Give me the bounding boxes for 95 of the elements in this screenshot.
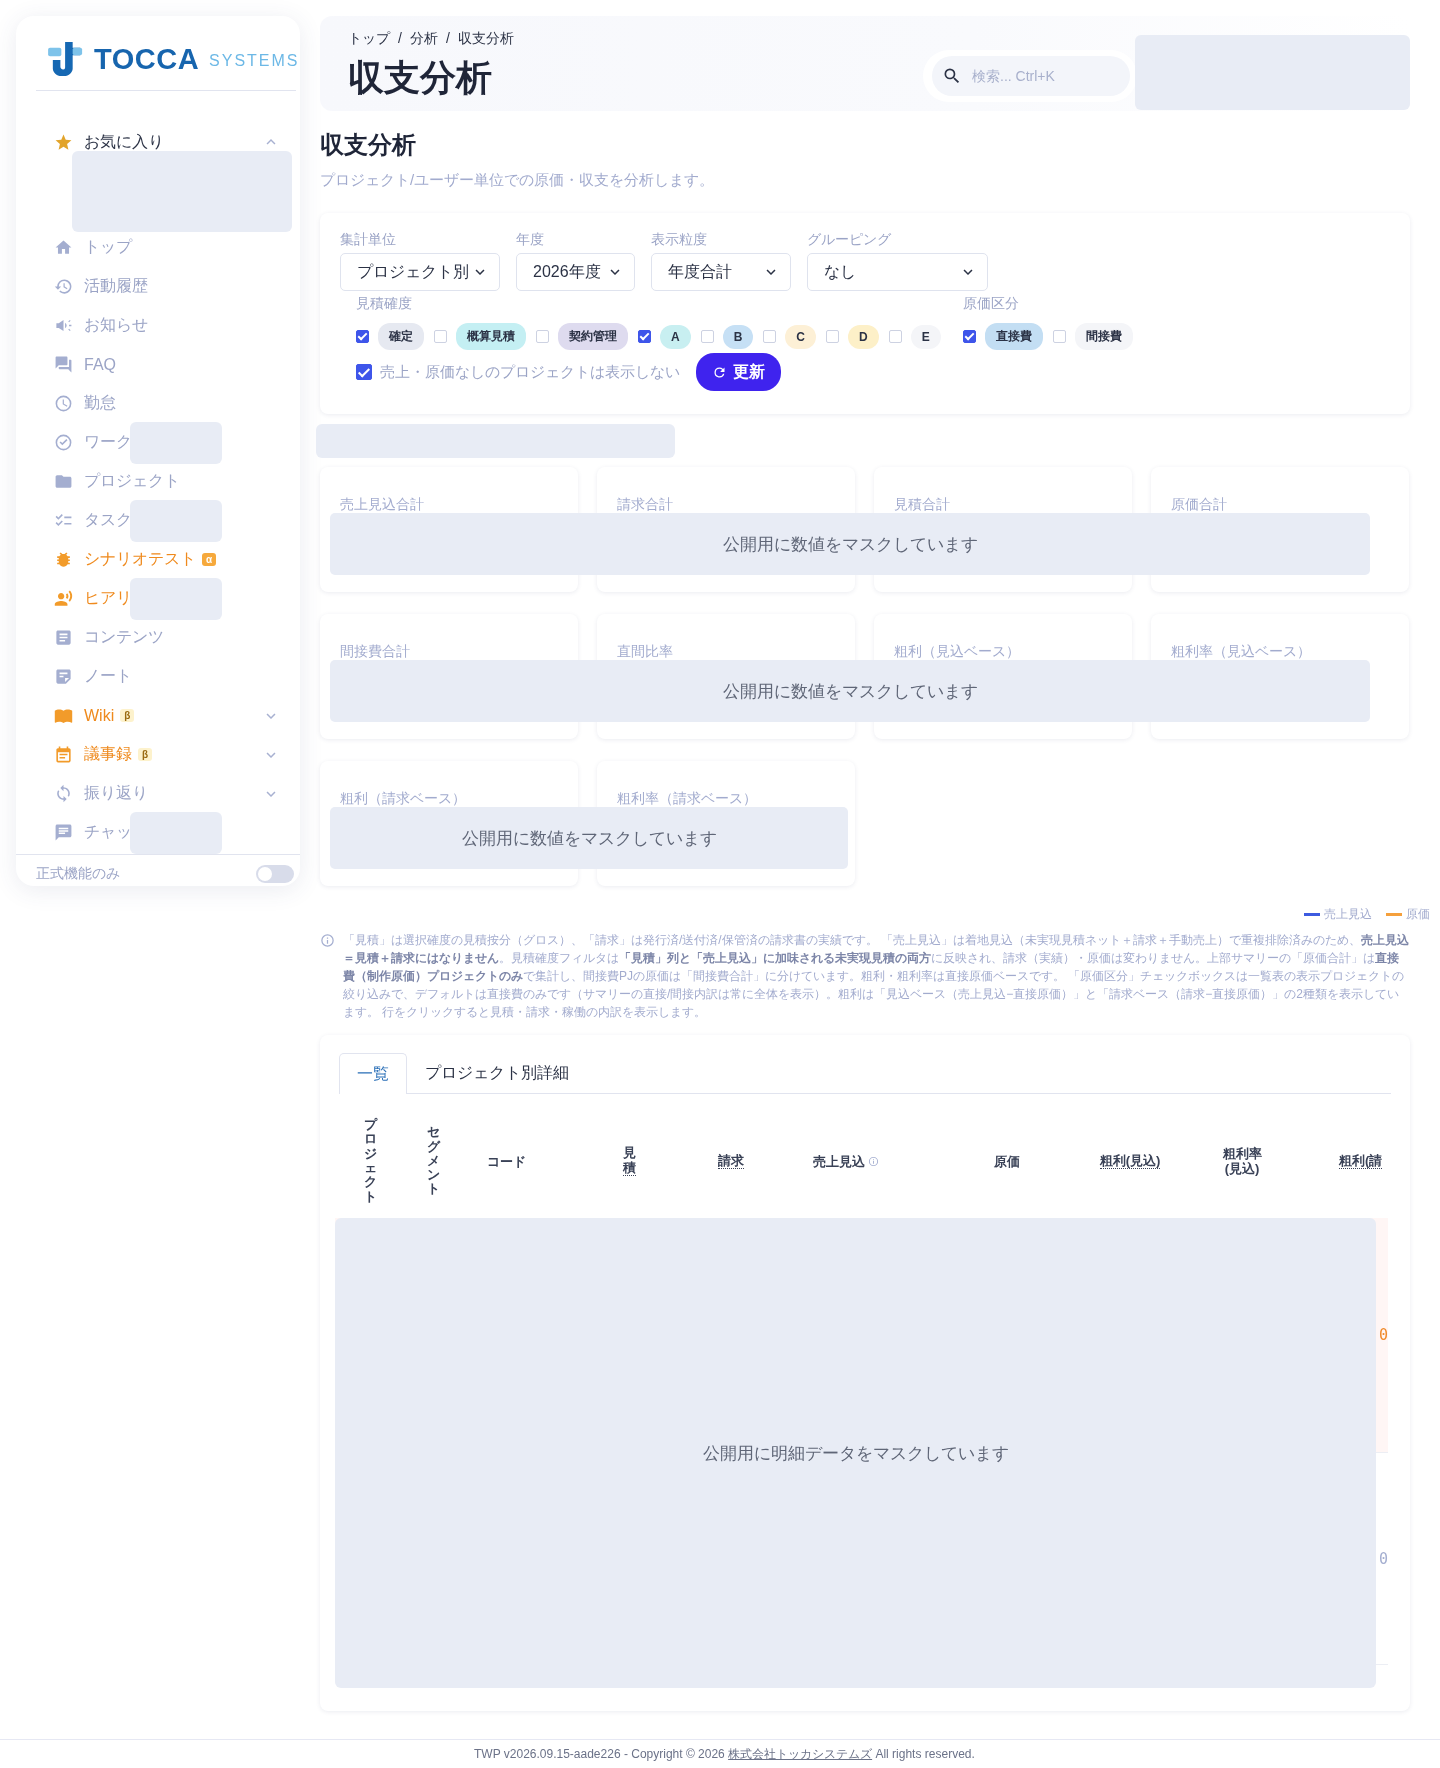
filter-tag: 概算見積 [456, 323, 526, 350]
beta-badge: β [120, 709, 135, 722]
search-field[interactable]: 検索... Ctrl+K [932, 56, 1130, 96]
page-description: プロジェクト/ユーザー単位での原価・収支を分析します。 [320, 171, 716, 190]
column-header[interactable]: セグメント [426, 1125, 440, 1197]
nav-item[interactable]: Wiki β [16, 696, 300, 735]
column-header[interactable]: 売上見込 [813, 1153, 865, 1169]
refresh-button[interactable]: 更新 [696, 353, 781, 391]
nav-item[interactable]: 議事録 β [16, 735, 300, 774]
select-field[interactable]: プロジェクト別 [340, 253, 500, 291]
filter-tag: C [785, 324, 816, 349]
info-icon [868, 1155, 879, 1167]
section-title: 収支分析 [320, 130, 417, 160]
clock-icon [54, 394, 73, 413]
column-header[interactable]: 粗利率 (見込) [1222, 1146, 1262, 1176]
field-label: 年度 [516, 231, 545, 249]
column-header[interactable]: 見積 [622, 1146, 636, 1176]
filter-tag: 間接費 [1075, 323, 1133, 350]
filter-tag: A [660, 324, 691, 349]
column-header[interactable]: 粗利(見込) [1099, 1153, 1161, 1169]
calendar-icon [54, 745, 73, 764]
toggle-switch[interactable] [256, 865, 294, 883]
beta-badge: α [202, 553, 217, 566]
select-field[interactable]: 年度合計 [651, 253, 791, 291]
info-note: 「見積」は選択確度の見積按分（グロス）、「請求」は発行済/送付済/保管済の請求書の実績です。 「売上見込」は着地見込（未実現見積ネット＋請求＋手動売上）で重複排除済みのため、売上見込＝見積＋請求にはなりません。見積確度フィルタは「見積」列と「売上見込」に加味される未実現見積の両方に反映され、請求（実績）・原価は変わりません。上部サマリーの「原価合計」は直接費（制作原価）プロジェクトのみで集計し、間接費PJの原価は「間接費合計」に分けています。粗利・粗利率は直接原価ベースです。 「原価区分」チェックボックスは一覧表の表示プロジェクトの絞り込みで、デフォルトは直接費のみです（サマリーの直接/間接内訳は常に全体を表示）。粗利は「見込ベース（売上見込−直接原価）」と「請求ベース（請求−直接原価）」の2種類を表示しています。 行をクリックすると見積・請求・稼働の内訳を表示します。 [343, 932, 1410, 1021]
table-cell: 0 [1378, 1326, 1388, 1344]
bug-icon [54, 550, 73, 569]
tab[interactable]: 一覧 [339, 1053, 407, 1094]
page-heading: 収支分析 [348, 56, 493, 100]
person-speaking-icon [54, 589, 73, 608]
column-header[interactable]: 粗利(請 [1339, 1153, 1383, 1169]
folder-icon [54, 472, 73, 491]
tab[interactable]: プロジェクト別詳細 [407, 1053, 587, 1093]
breadcrumb-link[interactable]: トップ [348, 30, 390, 48]
mask-notice: 公開用に明細データをマスクしています [702, 1442, 1009, 1465]
checkbox-label: 売上・原価なしのプロジェクトは表示しない [380, 362, 680, 382]
info-icon [320, 933, 335, 948]
stat-label: 粗利（請求ベース） [340, 790, 466, 806]
field-label: 集計単位 [340, 231, 397, 249]
checkbox[interactable] [356, 330, 369, 343]
toggle-label: 正式機能のみ [36, 865, 120, 883]
logo-wordmark: TOCCA [94, 42, 200, 76]
filter-tag: 直接費 [985, 323, 1043, 350]
search-icon [942, 66, 962, 86]
breadcrumb-link[interactable]: 分析 [409, 30, 438, 48]
stat-label: 直間比率 [617, 643, 673, 659]
select-field[interactable]: なし [807, 253, 988, 291]
sync-icon [54, 784, 73, 803]
beta-badge: β [138, 748, 153, 761]
field-label: 表示粒度 [651, 231, 708, 249]
star-icon [54, 132, 73, 152]
filter-tag: E [910, 324, 941, 349]
stat-label: 請求合計 [617, 496, 673, 512]
legend-label: 売上見込 [1324, 906, 1372, 923]
checkbox[interactable] [638, 330, 651, 343]
filter-tag: D [848, 324, 879, 349]
stat-label: 売上見込合計 [340, 496, 424, 512]
note-icon [54, 667, 73, 686]
field-label: 見積確度 [356, 295, 413, 313]
column-header[interactable]: コード [486, 1153, 526, 1169]
house-icon [54, 238, 73, 257]
copyright-text: TWP v2026.09.15-aade226 - Copyright © 2026 株式会社トッカシステムズ All rights reserved. [474, 1746, 976, 1763]
breadcrumb-separator: / [398, 30, 402, 48]
chat-icon [54, 823, 73, 842]
chat-bubbles-icon [54, 355, 73, 374]
mask-notice: 公開用に数値をマスクしています [461, 827, 717, 850]
logo-subtitle: SYSTEMS [209, 52, 300, 70]
mask-notice: 公開用に数値をマスクしています [722, 533, 978, 556]
checkbox[interactable] [963, 330, 976, 343]
select-field[interactable]: 2026年度 [516, 253, 635, 291]
favorites-item[interactable]: お気に入り [16, 130, 300, 154]
document-icon [54, 628, 73, 647]
company-link[interactable]: 株式会社トッカシステムズ [728, 1747, 873, 1761]
column-header[interactable]: プロジェクト [363, 1118, 377, 1204]
filter-tag: 確定 [378, 323, 424, 350]
table-cell: 0 [1378, 1549, 1388, 1568]
filter-tag: B [722, 324, 754, 349]
mask-notice: 公開用に数値をマスクしています [722, 680, 978, 703]
field-label: 原価区分 [963, 295, 1020, 313]
column-header[interactable]: 原価 [994, 1153, 1020, 1169]
stat-label: 原価合計 [1171, 496, 1227, 512]
checkbox[interactable] [356, 364, 372, 380]
legend-label: 原価 [1406, 906, 1430, 923]
refresh-icon [712, 364, 727, 380]
field-label: グルーピング [807, 231, 892, 249]
breadcrumb-link[interactable]: 収支分析 [457, 30, 514, 48]
breadcrumb-separator: / [445, 30, 450, 48]
history-icon [54, 277, 73, 296]
stat-label: 間接費合計 [340, 643, 410, 659]
stat-label: 粗利（見込ベース） [894, 643, 1020, 659]
filter-tag: 契約管理 [558, 323, 628, 350]
stat-label: 粗利率（請求ベース） [617, 790, 757, 806]
stat-label: 見積合計 [894, 496, 950, 512]
column-header[interactable]: 請求 [718, 1153, 744, 1169]
stat-label: 粗利率（見込ベース） [1171, 643, 1311, 659]
